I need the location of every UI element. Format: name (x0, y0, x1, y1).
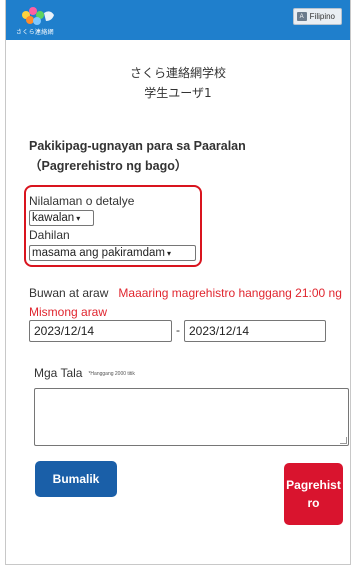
date-label: Buwan at araw (29, 286, 109, 300)
reason-select[interactable]: masama ang pakiramdam ▾ (29, 245, 196, 261)
reason-select-value: masama ang pakiramdam (32, 247, 165, 259)
page-title: Pakikipag-ugnayan para sa Paaralan（Pagre… (29, 139, 246, 173)
content-select-value: kawalan (32, 212, 75, 224)
language-label: Filipino (309, 12, 335, 21)
translate-icon: A (296, 12, 307, 21)
notes-limit: *Hanggang 2000 titik (88, 370, 135, 377)
app-frame: さくら連絡網 A Filipino さくら連絡網学校 学生ユーザ1 Pakiki… (5, 0, 351, 565)
date-from-input[interactable]: 2023/12/14 (29, 320, 172, 342)
content-label: Nilalaman o detalye (29, 194, 135, 208)
chevron-down-icon: ▾ (76, 213, 81, 223)
notes-label: Mga Tala (34, 366, 83, 380)
register-button[interactable]: Pagrehistro (284, 463, 343, 525)
language-button[interactable]: A Filipino (292, 8, 342, 25)
user-name: 学生ユーザ1 (144, 86, 212, 100)
notes-textarea[interactable] (34, 388, 349, 446)
date-separator: - (176, 323, 180, 337)
notes-row-label: Mga Tala *Hanggang 2000 titik (34, 366, 135, 380)
date-to-input[interactable]: 2023/12/14 (184, 320, 326, 342)
logo-text: さくら連絡網 (16, 30, 54, 36)
date-row-label: Buwan at araw Maaaring magrehistro hangg… (29, 284, 349, 322)
school-name: さくら連絡網学校 (129, 66, 226, 80)
back-button[interactable]: Bumalik (35, 461, 117, 497)
reason-label: Dahilan (29, 228, 70, 242)
resize-handle-icon[interactable] (340, 437, 347, 444)
chevron-down-icon: ▾ (166, 248, 171, 258)
content-select[interactable]: kawalan ▾ (29, 210, 94, 226)
header-bar: さくら連絡網 A Filipino (6, 0, 350, 40)
